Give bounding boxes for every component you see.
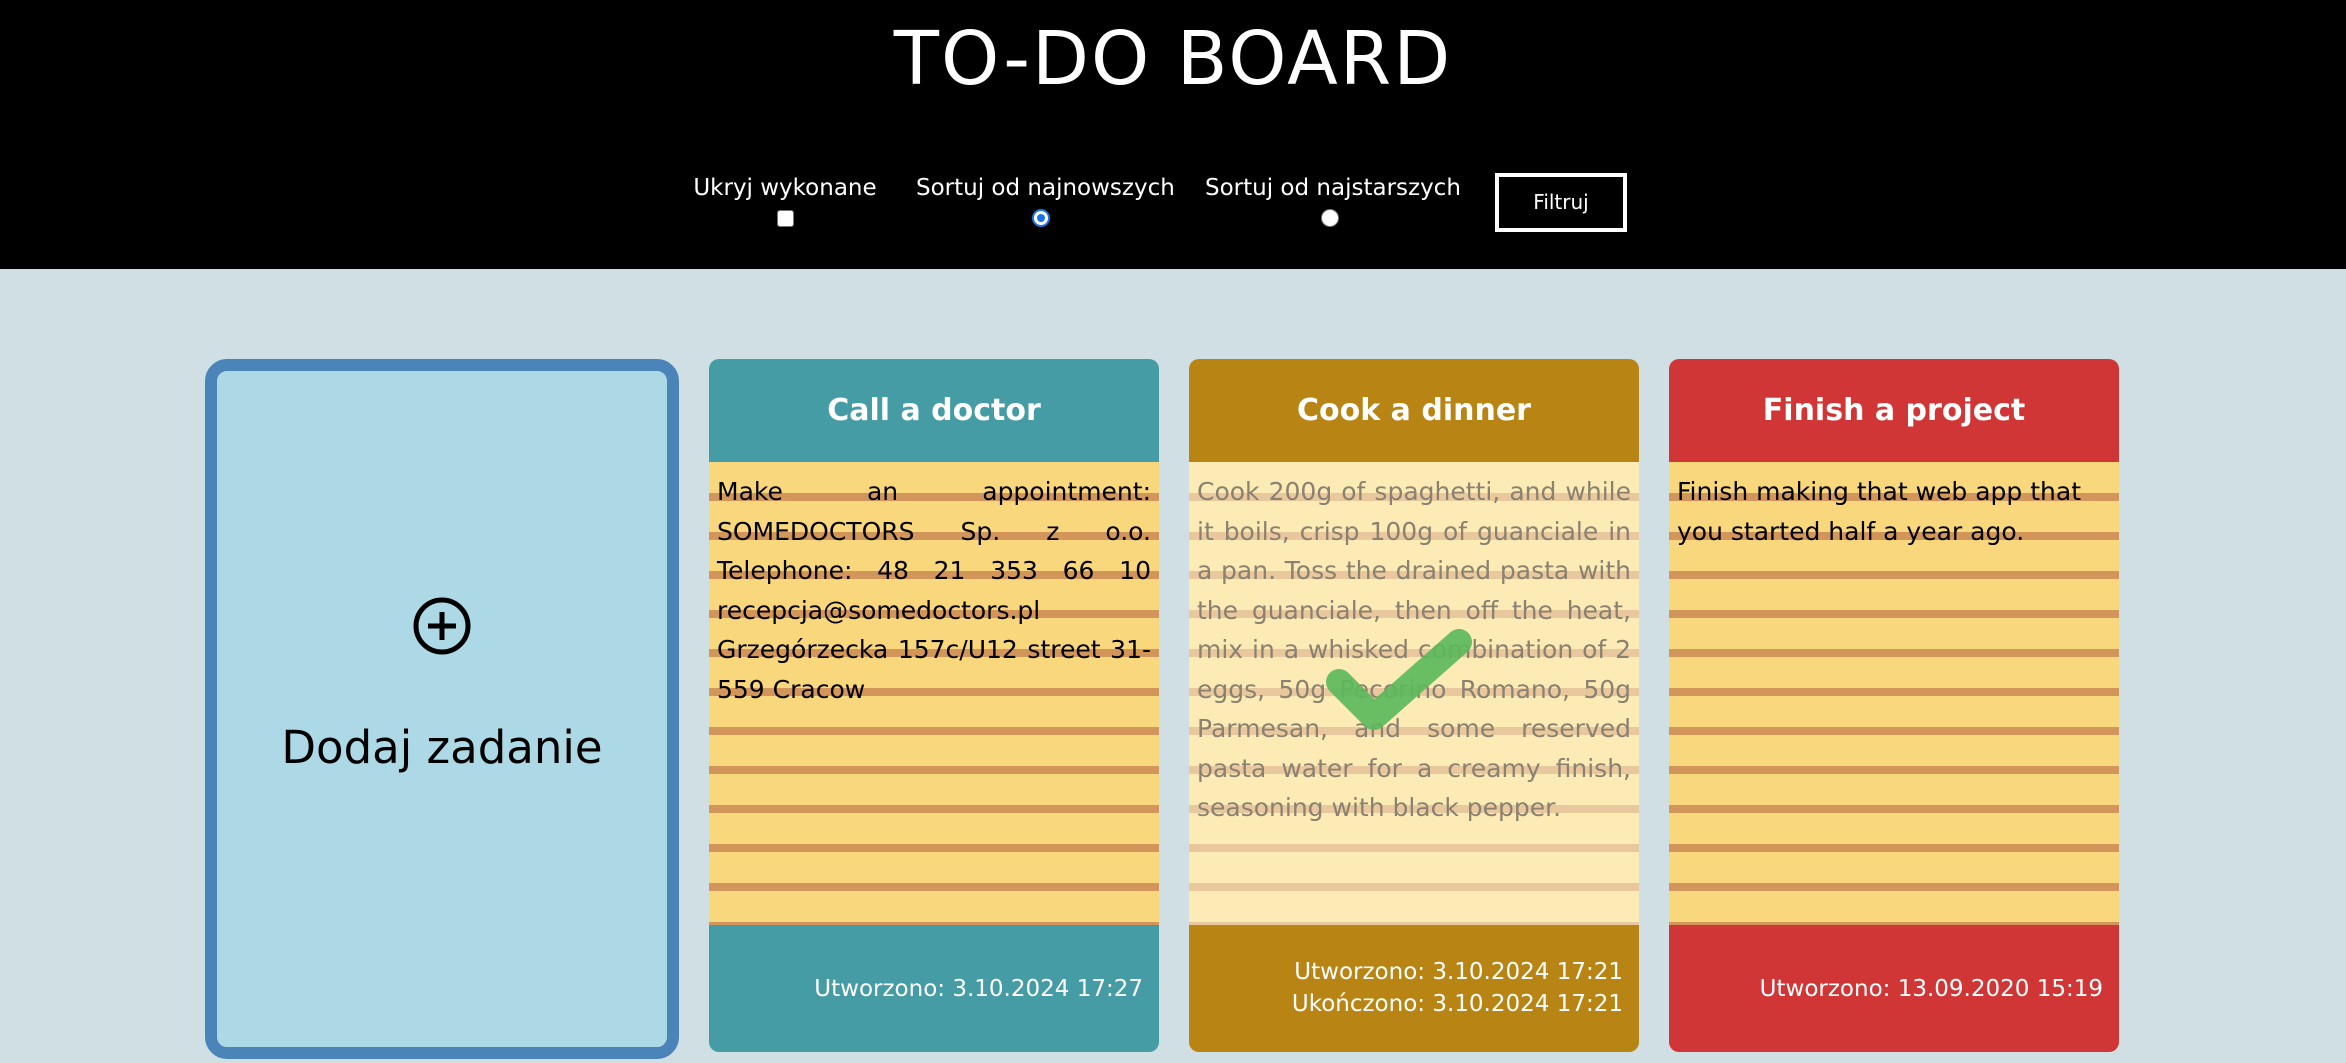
checkmark-icon: [1326, 629, 1472, 730]
header: TO-DO BOARD Ukryj wykonane Sortuj od naj…: [0, 0, 2346, 269]
task-body: Make an appointment: SOMEDOCTORS Sp. z o…: [709, 462, 1159, 925]
sort-oldest-label: Sortuj od najstarszych: [1205, 175, 1461, 201]
task-footer: Utworzono: 3.10.2024 17:21 Ukończono: 3.…: [1189, 925, 1639, 1052]
task-title: Finish a project: [1669, 359, 2119, 462]
task-created: Utworzono: 3.10.2024 17:21: [1294, 959, 1623, 985]
hide-done-checkbox[interactable]: [776, 210, 794, 227]
filter-button[interactable]: Filtruj: [1495, 173, 1627, 232]
task-description: Finish making that web app that you star…: [1677, 477, 2082, 546]
add-task-label: Dodaj zadanie: [281, 721, 603, 774]
sort-newest-label: Sortuj od najnowszych: [916, 175, 1175, 201]
task-completed: Ukończono: 3.10.2024 17:21: [1291, 991, 1623, 1017]
task-card[interactable]: Call a doctor Make an appointment: SOMED…: [709, 359, 1159, 1052]
sort-newest-control: Sortuj od najnowszych: [916, 172, 1175, 236]
task-description: Make an appointment: SOMEDOCTORS Sp. z o…: [717, 477, 1151, 704]
task-created: Utworzono: 3.10.2024 17:27: [814, 976, 1143, 1002]
sort-newest-radio[interactable]: [1032, 209, 1050, 227]
task-card-done[interactable]: Cook a dinner Cook 200g of spaghetti, an…: [1189, 359, 1639, 1052]
task-footer: Utworzono: 3.10.2024 17:27: [709, 925, 1159, 1052]
hide-done-control: Ukryj wykonane: [693, 172, 877, 236]
task-title: Cook a dinner: [1189, 359, 1639, 462]
page-title: TO-DO BOARD: [893, 16, 1453, 102]
task-created: Utworzono: 13.09.2020 15:19: [1759, 976, 2103, 1002]
plus-circle-icon: [217, 596, 667, 671]
task-body: Cook 200g of spaghetti, and while it boi…: [1189, 462, 1639, 925]
task-body: Finish making that web app that you star…: [1669, 462, 2119, 925]
task-title: Call a doctor: [709, 359, 1159, 462]
task-card[interactable]: Finish a project Finish making that web …: [1669, 359, 2119, 1052]
add-task-card[interactable]: Dodaj zadanie: [205, 359, 679, 1059]
sort-oldest-control: Sortuj od najstarszych: [1205, 172, 1461, 236]
task-footer: Utworzono: 13.09.2020 15:19: [1669, 925, 2119, 1052]
hide-done-label: Ukryj wykonane: [693, 175, 877, 201]
sort-oldest-radio[interactable]: [1321, 209, 1339, 227]
